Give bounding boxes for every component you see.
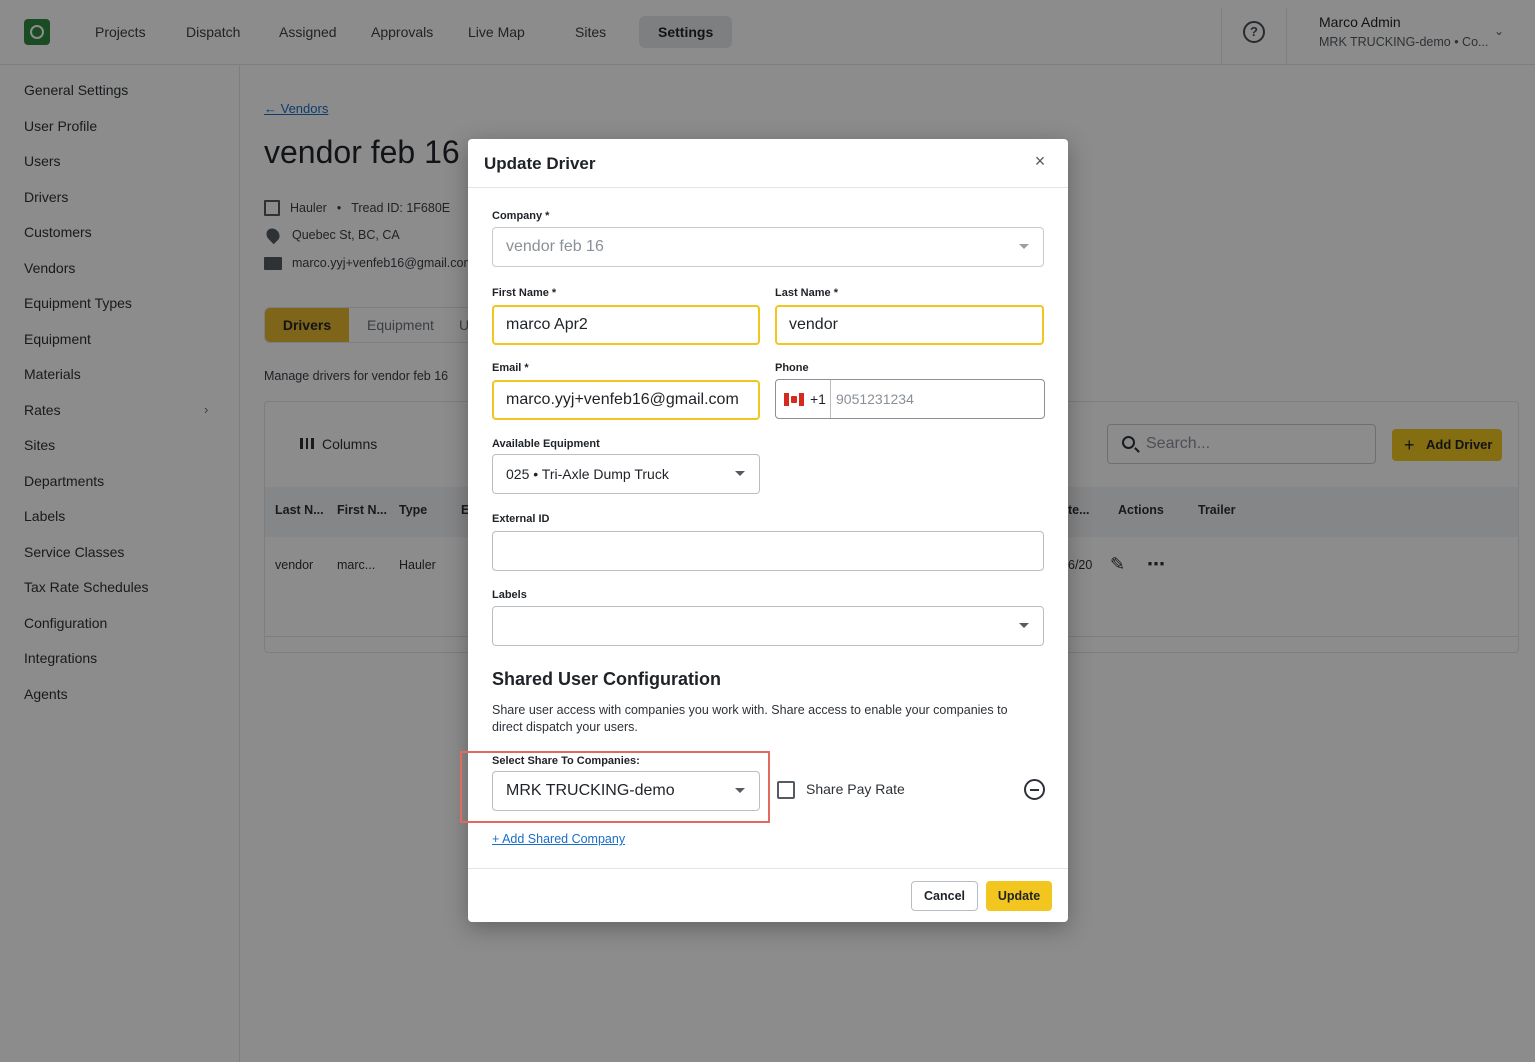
highlight-box	[460, 751, 770, 823]
email-field[interactable]: marco.yyj+venfeb16@gmail.com	[492, 380, 760, 420]
shared-config-title: Shared User Configuration	[492, 669, 722, 689]
first-name-field[interactable]: marco Apr2	[492, 305, 760, 345]
chevron-down-icon	[1019, 244, 1029, 249]
shared-config-description: Share user access with companies you wor…	[492, 703, 1008, 734]
add-shared-company-link[interactable]: + Add Shared Company	[492, 832, 625, 846]
external-id-label: External ID	[492, 513, 550, 525]
share-pay-rate-checkbox[interactable]	[777, 781, 795, 799]
labels-label: Labels	[492, 589, 527, 601]
remove-circle-icon[interactable]	[1024, 779, 1045, 800]
last-name-field[interactable]: vendor	[775, 305, 1044, 345]
available-equipment-select[interactable]: 025 • Tri-Axle Dump Truck	[492, 454, 760, 494]
update-button[interactable]: Update	[986, 881, 1052, 911]
labels-select[interactable]	[492, 606, 1044, 646]
last-name-value: vendor	[789, 316, 838, 333]
chevron-down-icon	[1019, 623, 1029, 628]
chevron-down-icon	[735, 471, 745, 476]
phone-country-code: +1	[810, 391, 826, 407]
phone-label: Phone	[775, 362, 809, 374]
available-equipment-value: 025 • Tri-Axle Dump Truck	[506, 466, 669, 482]
last-name-label: Last Name *	[775, 287, 838, 299]
close-icon[interactable]: ×	[1030, 151, 1050, 173]
available-equipment-label: Available Equipment	[492, 438, 600, 450]
first-name-value: marco Apr2	[506, 316, 588, 333]
email-value: marco.yyj+venfeb16@gmail.com	[506, 391, 739, 408]
company-label: Company *	[492, 210, 550, 222]
modal-header-divider	[468, 187, 1068, 188]
first-name-label: First Name *	[492, 287, 557, 299]
share-pay-rate-label[interactable]: Share Pay Rate	[806, 781, 905, 797]
phone-input[interactable]: 9051231234	[836, 380, 914, 418]
modal-title: Update Driver	[484, 154, 596, 173]
phone-field[interactable]: +1 9051231234	[775, 379, 1045, 419]
country-code-select[interactable]: +1	[776, 380, 831, 418]
canada-flag-icon	[784, 393, 804, 406]
company-select: vendor feb 16	[492, 227, 1044, 267]
email-label: Email *	[492, 362, 529, 374]
modal-footer-divider	[468, 868, 1068, 869]
company-value: vendor feb 16	[506, 238, 604, 255]
external-id-field[interactable]	[492, 531, 1044, 571]
cancel-button[interactable]: Cancel	[911, 881, 978, 911]
